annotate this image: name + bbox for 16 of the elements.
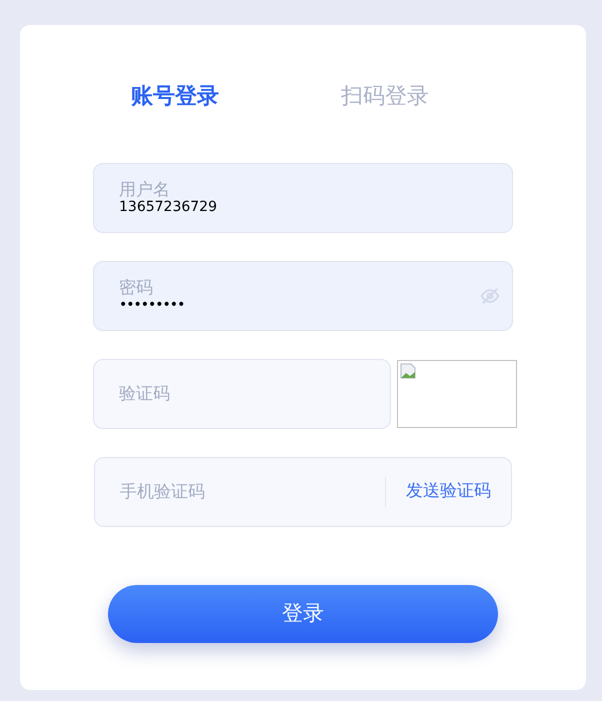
placeholder-label: 密码 [119,279,153,297]
password-field[interactable]: 密码 ••••••••• [93,261,513,331]
login-button[interactable]: 登录 [108,585,498,643]
field-value: ••••••••• [119,297,184,313]
captcha-field[interactable]: 验证码 [93,359,391,429]
sms-code-field[interactable]: 手机验证码 发送验证码 [94,457,512,527]
send-code-link[interactable]: 发送验证码 [406,479,491,505]
login-tab[interactable]: 扫码登录 [320,80,450,113]
placeholder-label: 用户名 [119,181,170,199]
login-tab[interactable]: 账号登录 [110,80,240,113]
eye-off-icon[interactable] [480,286,500,306]
field-value: 13657236729 [119,199,217,215]
username-field[interactable]: 用户名 13657236729 [93,163,513,233]
placeholder-label: 手机验证码 [120,483,205,501]
placeholder-label: 验证码 [119,385,170,403]
broken-image-icon [400,363,416,379]
